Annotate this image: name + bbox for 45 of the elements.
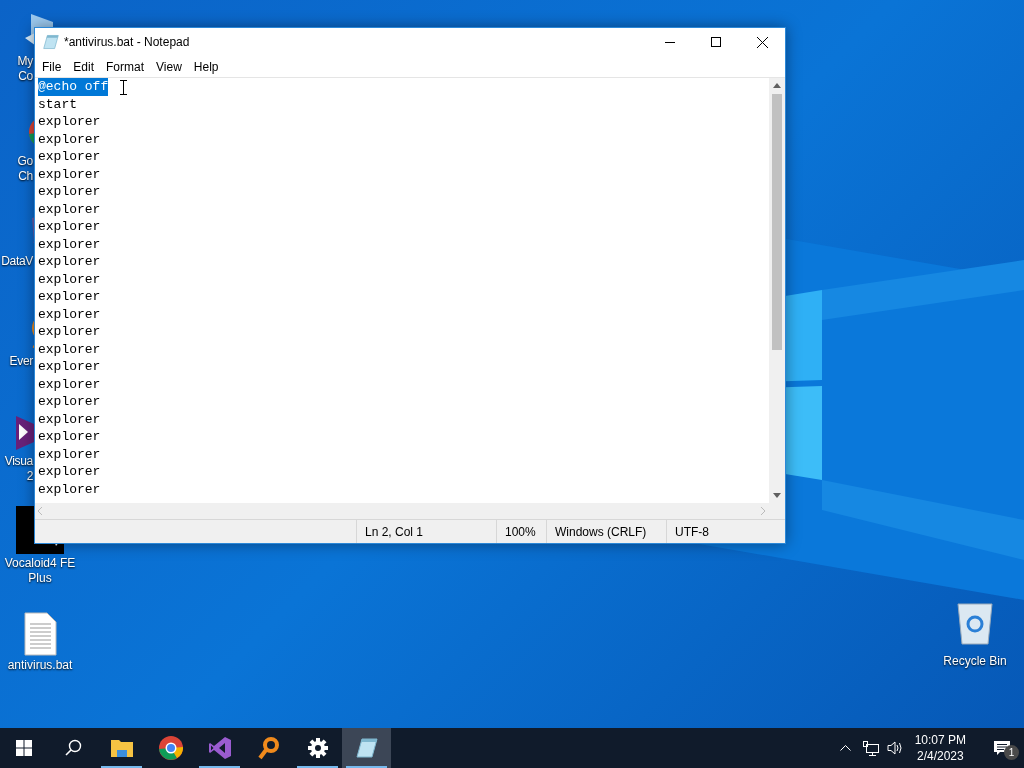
text-line: explorer bbox=[38, 235, 101, 253]
text-line: explorer bbox=[38, 410, 101, 428]
text-line: explorer bbox=[38, 463, 101, 481]
text-line: explorer bbox=[38, 183, 101, 201]
text-line: explorer bbox=[38, 445, 101, 463]
status-field: UTF-8 bbox=[666, 520, 785, 543]
text-line: explorer bbox=[38, 393, 101, 411]
text-line: explorer bbox=[38, 113, 101, 131]
notification-count: 1 bbox=[1004, 745, 1019, 760]
icon-label[interactable]: DataV bbox=[0, 254, 33, 269]
text-line: start bbox=[38, 95, 77, 113]
status-field: Windows (CRLF) bbox=[546, 520, 666, 543]
text-line: explorer bbox=[38, 375, 101, 393]
text-line: explorer bbox=[38, 480, 101, 498]
icon-label[interactable]: antivirus.bat bbox=[0, 658, 80, 673]
menu-item[interactable]: Format bbox=[100, 58, 151, 76]
icon-label[interactable]: Ever bbox=[0, 354, 33, 369]
text-line: explorer bbox=[38, 323, 101, 341]
text-line: explorer bbox=[38, 428, 101, 446]
text-line: explorer bbox=[38, 165, 101, 183]
icon-label[interactable]: Go Ch bbox=[0, 154, 33, 184]
text-line: explorer bbox=[38, 288, 101, 306]
icon-label[interactable]: Recycle Bin bbox=[943, 652, 1007, 670]
icon-label[interactable]: Vocaloid4 FE Plus bbox=[0, 556, 80, 586]
menu-item[interactable]: Edit bbox=[67, 58, 101, 76]
text-line: explorer bbox=[38, 200, 101, 218]
window-title: *antivirus.bat - Notepad bbox=[64, 34, 190, 51]
text-line: explorer bbox=[38, 218, 101, 236]
clock-date[interactable]: 2/4/2023 bbox=[916, 748, 964, 764]
menu-item[interactable]: View bbox=[150, 58, 188, 76]
notifications-button[interactable]: 1 bbox=[980, 728, 1024, 768]
text-line: explorer bbox=[38, 358, 101, 376]
text-line: explorer bbox=[38, 148, 101, 166]
text-line: explorer bbox=[38, 270, 101, 288]
icon-label[interactable]: Visua 2 bbox=[0, 454, 33, 484]
menu-item[interactable]: File bbox=[36, 58, 68, 76]
status-field: Ln 2, Col 1 bbox=[356, 520, 496, 543]
icon-label[interactable]: My Co bbox=[0, 54, 33, 84]
text-line: explorer bbox=[38, 130, 101, 148]
text-line: explorer bbox=[38, 340, 101, 358]
menu-item[interactable]: Help bbox=[187, 58, 225, 76]
clock-time[interactable]: 10:07 PM bbox=[914, 732, 966, 748]
text-line: explorer bbox=[38, 253, 101, 271]
text-line: explorer bbox=[38, 305, 101, 323]
status-field: 100% bbox=[496, 520, 546, 543]
